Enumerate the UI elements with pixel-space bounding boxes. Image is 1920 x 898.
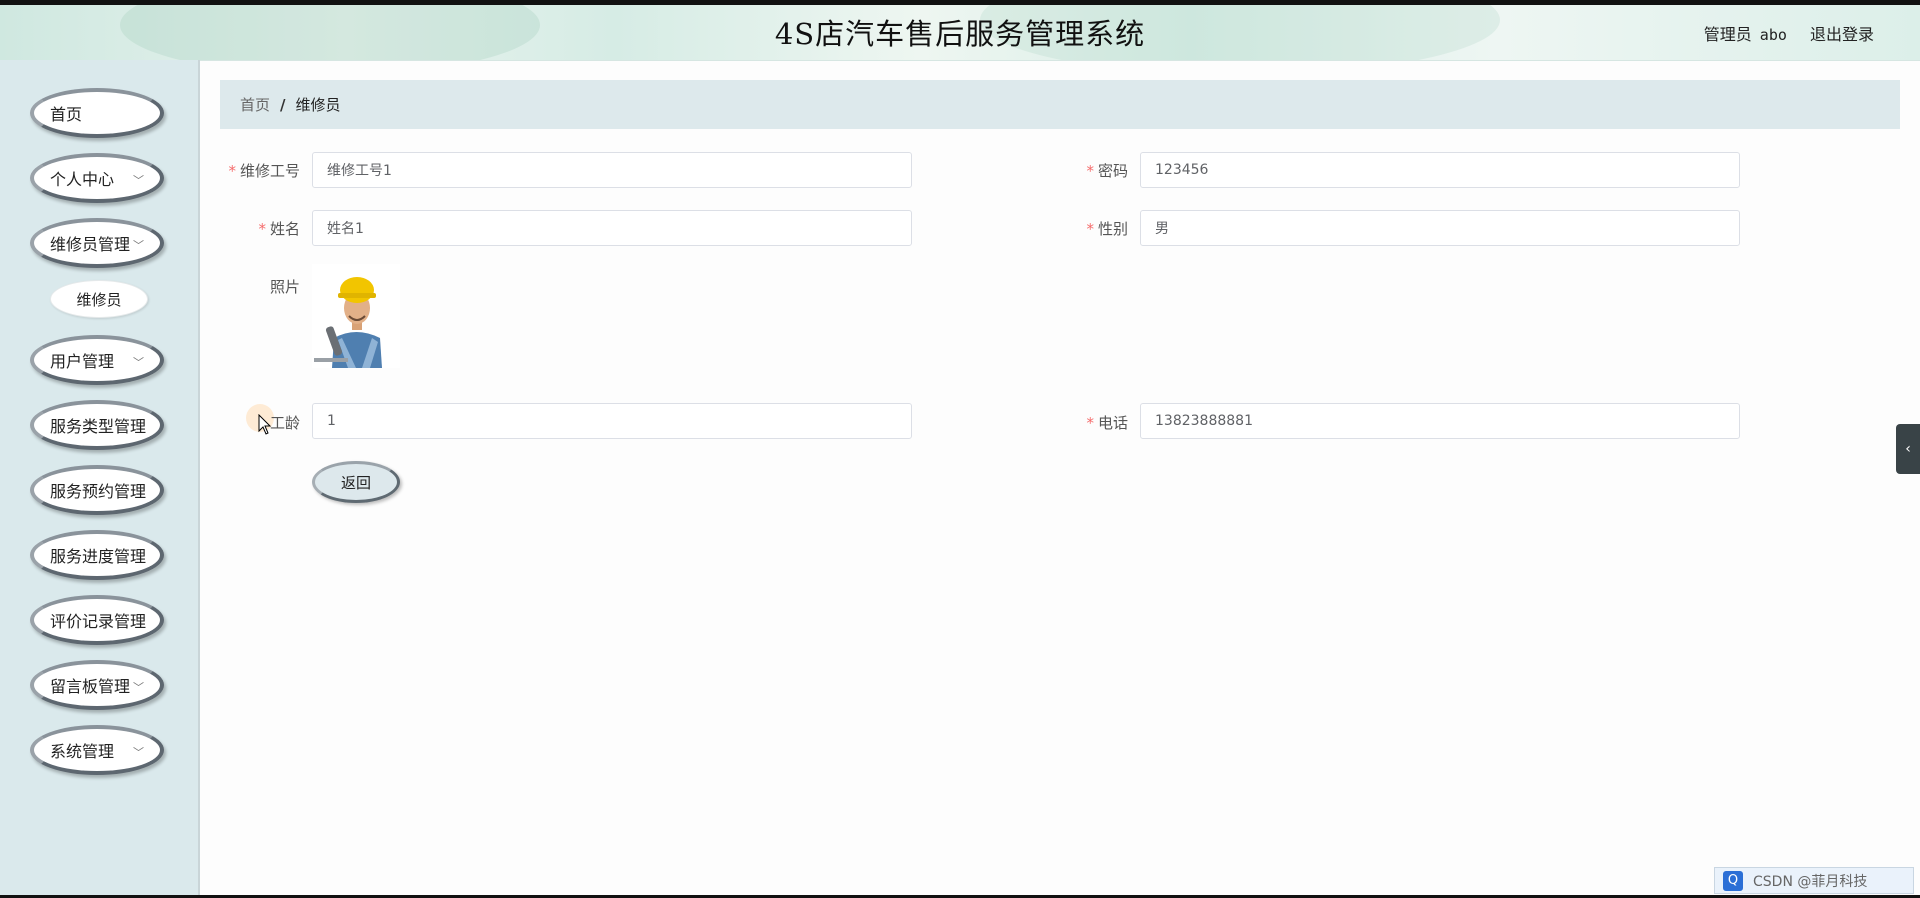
user-name: abo bbox=[1759, 26, 1787, 44]
mouse-cursor-icon bbox=[258, 414, 272, 435]
sidebar-item-label: 首页 bbox=[50, 105, 83, 124]
sidebar-item-review-record-management[interactable]: 评价记录管理 bbox=[30, 595, 164, 645]
qq-icon: Q bbox=[1723, 870, 1743, 891]
logout-link[interactable]: 退出登录 bbox=[1810, 25, 1874, 44]
name-input[interactable] bbox=[312, 210, 912, 246]
breadcrumb: 首页 / 维修员 bbox=[220, 80, 1900, 129]
chevron-down-icon: ﹀ bbox=[133, 746, 144, 759]
required-mark: * bbox=[1086, 162, 1094, 180]
required-mark: * bbox=[228, 162, 236, 180]
user-role: 管理员 bbox=[1703, 25, 1752, 44]
phone-label: * 电话 bbox=[1038, 412, 1128, 433]
work-years-label-text: 工龄 bbox=[269, 414, 300, 432]
chevron-down-icon: ﹀ bbox=[133, 681, 144, 694]
repairman-photo-image bbox=[312, 264, 400, 368]
chevron-down-icon: ﹀ bbox=[133, 174, 144, 187]
photo-label: 照片 bbox=[210, 276, 300, 297]
phone-label-text: 电话 bbox=[1097, 414, 1128, 432]
watermark-text: CSDN @菲月科技 bbox=[1753, 873, 1868, 890]
breadcrumb-home[interactable]: 首页 bbox=[240, 94, 270, 115]
repair-id-label: * 维修工号 bbox=[210, 160, 300, 181]
gender-input[interactable] bbox=[1140, 210, 1740, 246]
sidebar-subitem-repairman[interactable]: 维修员 bbox=[50, 280, 148, 318]
sidebar-item-label: 系统管理 bbox=[50, 742, 115, 761]
name-label: * 姓名 bbox=[210, 218, 300, 239]
gender-label-text: 性别 bbox=[1097, 220, 1128, 238]
sidebar: 首页 个人中心 ﹀ 维修员管理 ﹀ 维修员 用户管理 ﹀ 服务类型管理 服务预约… bbox=[0, 60, 200, 898]
app-header: 4S店汽车售后服务管理系统 管理员 abo 退出登录 bbox=[0, 5, 1920, 61]
sidebar-item-label: 维修员管理 bbox=[50, 235, 131, 254]
chevron-left-icon[interactable]: ‹ bbox=[1896, 424, 1920, 474]
sidebar-item-label: 评价记录管理 bbox=[50, 612, 147, 631]
repair-id-input[interactable] bbox=[312, 152, 912, 188]
user-area: 管理员 abo 退出登录 bbox=[1686, 21, 1874, 45]
repair-id-label-text: 维修工号 bbox=[239, 162, 300, 180]
sidebar-item-user-management[interactable]: 用户管理 ﹀ bbox=[30, 335, 164, 385]
sidebar-item-label: 服务进度管理 bbox=[50, 547, 147, 566]
sidebar-item-label: 个人中心 bbox=[50, 170, 115, 189]
sidebar-item-service-booking-management[interactable]: 服务预约管理 bbox=[30, 465, 164, 515]
name-label-text: 姓名 bbox=[269, 220, 300, 238]
sidebar-item-personal-center[interactable]: 个人中心 ﹀ bbox=[30, 153, 164, 203]
back-button[interactable]: 返回 bbox=[312, 461, 400, 503]
work-years-label: 工龄 bbox=[210, 412, 300, 433]
breadcrumb-separator: / bbox=[280, 95, 286, 114]
required-mark: * bbox=[258, 220, 266, 238]
repairman-photo[interactable] bbox=[312, 264, 400, 368]
sidebar-item-system-management[interactable]: 系统管理 ﹀ bbox=[30, 725, 164, 775]
sidebar-item-repairman-management[interactable]: 维修员管理 ﹀ bbox=[30, 218, 164, 268]
sidebar-item-service-type-management[interactable]: 服务类型管理 bbox=[30, 400, 164, 450]
chevron-down-icon: ﹀ bbox=[133, 356, 144, 369]
sidebar-item-label: 用户管理 bbox=[50, 352, 115, 371]
app-title: 4S店汽车售后服务管理系统 bbox=[774, 17, 1146, 51]
sidebar-item-label: 留言板管理 bbox=[50, 677, 131, 696]
required-mark: * bbox=[1086, 414, 1094, 432]
watermark: Q CSDN @菲月科技 bbox=[1714, 867, 1914, 894]
chevron-down-icon: ﹀ bbox=[133, 239, 144, 252]
sidebar-item-label: 维修员 bbox=[76, 290, 122, 309]
password-input[interactable] bbox=[1140, 152, 1740, 188]
sidebar-item-label: 服务类型管理 bbox=[50, 417, 147, 436]
phone-input[interactable] bbox=[1140, 403, 1740, 439]
password-label: * 密码 bbox=[1038, 160, 1128, 181]
sidebar-item-message-board-management[interactable]: 留言板管理 ﹀ bbox=[30, 660, 164, 710]
photo-label-text: 照片 bbox=[269, 278, 300, 296]
back-button-label: 返回 bbox=[340, 473, 371, 492]
sidebar-item-label: 服务预约管理 bbox=[50, 482, 147, 501]
gender-label: * 性别 bbox=[1038, 218, 1128, 239]
sidebar-item-home[interactable]: 首页 bbox=[30, 88, 164, 138]
breadcrumb-current: 维修员 bbox=[295, 96, 341, 114]
password-label-text: 密码 bbox=[1097, 162, 1128, 180]
work-years-input[interactable] bbox=[312, 403, 912, 439]
sidebar-item-service-progress-management[interactable]: 服务进度管理 bbox=[30, 530, 164, 580]
required-mark: * bbox=[1086, 220, 1094, 238]
